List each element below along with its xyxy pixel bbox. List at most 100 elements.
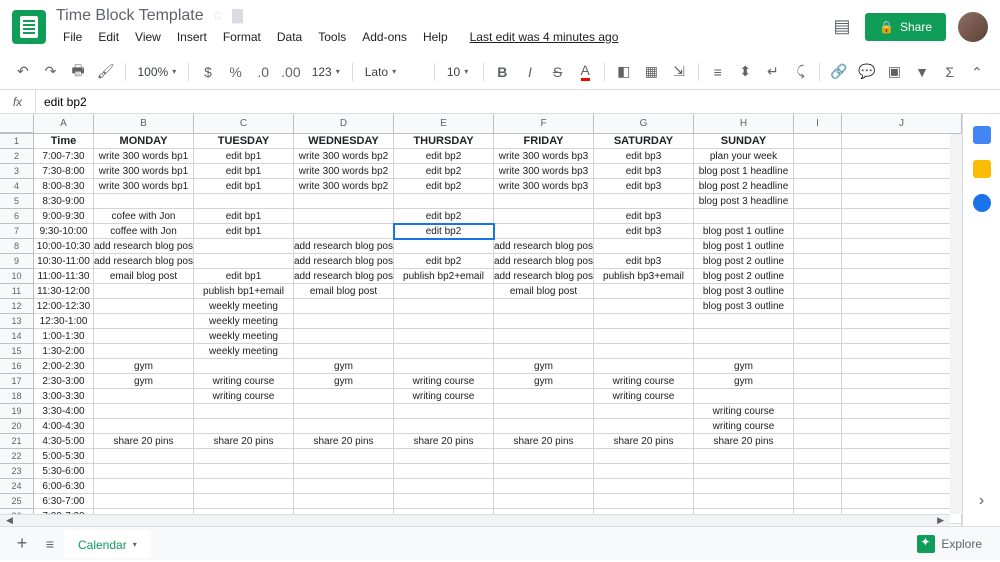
cell[interactable] xyxy=(194,479,294,494)
cell[interactable]: add research blog post xyxy=(294,254,394,269)
cell[interactable] xyxy=(294,224,394,239)
cell[interactable]: WEDNESDAY xyxy=(294,134,394,149)
cell[interactable] xyxy=(294,419,394,434)
cell[interactable] xyxy=(842,344,962,359)
row-header[interactable]: 11 xyxy=(0,284,34,299)
row-header[interactable]: 2 xyxy=(0,149,34,164)
add-sheet-button[interactable]: + xyxy=(8,533,36,554)
cell[interactable]: 9:30-10:00 xyxy=(34,224,94,239)
cell[interactable]: write 300 words bp3 xyxy=(494,164,594,179)
cell[interactable] xyxy=(494,449,594,464)
cell[interactable] xyxy=(794,464,842,479)
cell[interactable]: writing course xyxy=(194,374,294,389)
cell[interactable]: SATURDAY xyxy=(594,134,694,149)
cell[interactable] xyxy=(394,449,494,464)
cell[interactable]: 8:30-9:00 xyxy=(34,194,94,209)
calendar-addon-icon[interactable] xyxy=(973,126,991,144)
cell[interactable] xyxy=(394,194,494,209)
cell[interactable] xyxy=(794,329,842,344)
cell[interactable] xyxy=(794,434,842,449)
cell[interactable] xyxy=(294,209,394,224)
cell[interactable] xyxy=(294,479,394,494)
cell[interactable] xyxy=(842,209,962,224)
menu-edit[interactable]: Edit xyxy=(91,27,126,47)
cell[interactable] xyxy=(842,254,962,269)
cell[interactable]: 5:30-6:00 xyxy=(34,464,94,479)
cell[interactable] xyxy=(494,464,594,479)
cell[interactable]: edit bp1 xyxy=(194,149,294,164)
redo-icon[interactable]: ↷ xyxy=(38,59,64,85)
cell[interactable] xyxy=(294,464,394,479)
cell[interactable] xyxy=(694,479,794,494)
cell[interactable] xyxy=(842,314,962,329)
cell[interactable] xyxy=(694,329,794,344)
cell[interactable]: edit bp1 xyxy=(194,164,294,179)
currency-icon[interactable]: $ xyxy=(195,59,221,85)
menu-insert[interactable]: Insert xyxy=(170,27,214,47)
cell[interactable] xyxy=(842,464,962,479)
cell[interactable] xyxy=(394,404,494,419)
wrap-icon[interactable]: ↵ xyxy=(760,59,786,85)
side-panel-expand-icon[interactable]: › xyxy=(979,492,984,510)
cell[interactable] xyxy=(494,404,594,419)
scroll-right-icon[interactable]: ▶ xyxy=(935,515,946,526)
cell[interactable]: writing course xyxy=(694,419,794,434)
cell[interactable] xyxy=(94,389,194,404)
cell[interactable] xyxy=(294,344,394,359)
cell[interactable]: blog post 2 outline xyxy=(694,269,794,284)
cell[interactable]: blog post 3 outline xyxy=(694,284,794,299)
row-header[interactable]: 1 xyxy=(0,134,34,149)
cell[interactable]: add research blog post xyxy=(294,239,394,254)
cell[interactable] xyxy=(694,449,794,464)
cell[interactable]: blog post 1 outline xyxy=(694,224,794,239)
row-header[interactable]: 4 xyxy=(0,179,34,194)
menu-format[interactable]: Format xyxy=(216,27,268,47)
cell[interactable] xyxy=(194,494,294,509)
cell[interactable] xyxy=(294,194,394,209)
cell[interactable]: edit bp3 xyxy=(594,164,694,179)
cell[interactable]: 10:30-11:00 xyxy=(34,254,94,269)
cell[interactable] xyxy=(194,359,294,374)
cell[interactable] xyxy=(794,284,842,299)
cell[interactable] xyxy=(842,134,962,149)
cell[interactable] xyxy=(794,299,842,314)
cell[interactable] xyxy=(794,359,842,374)
cell[interactable] xyxy=(194,464,294,479)
cell[interactable] xyxy=(594,299,694,314)
col-header-A[interactable]: A xyxy=(34,114,94,133)
cell[interactable]: publish bp3+email xyxy=(594,269,694,284)
cell[interactable] xyxy=(94,419,194,434)
cell[interactable] xyxy=(394,419,494,434)
cell[interactable]: edit bp3 xyxy=(594,149,694,164)
cell[interactable] xyxy=(594,449,694,464)
cell[interactable]: share 20 pins xyxy=(394,434,494,449)
cell[interactable] xyxy=(842,329,962,344)
h-align-icon[interactable]: ≡ xyxy=(705,59,731,85)
cell[interactable]: blog post 1 outline xyxy=(694,239,794,254)
cell[interactable]: writing course xyxy=(594,389,694,404)
cell[interactable]: 6:30-7:00 xyxy=(34,494,94,509)
cell[interactable] xyxy=(194,404,294,419)
row-header[interactable]: 17 xyxy=(0,374,34,389)
cell[interactable]: 7:30-8:00 xyxy=(34,164,94,179)
cell[interactable] xyxy=(94,284,194,299)
cell[interactable] xyxy=(194,239,294,254)
cell[interactable] xyxy=(694,389,794,404)
menu-file[interactable]: File xyxy=(56,27,89,47)
star-icon[interactable]: ☆ xyxy=(212,7,225,24)
cell[interactable] xyxy=(594,404,694,419)
cell[interactable]: add research blog post xyxy=(94,254,194,269)
cell[interactable] xyxy=(694,464,794,479)
cell[interactable] xyxy=(694,494,794,509)
cell[interactable] xyxy=(794,224,842,239)
cell[interactable] xyxy=(794,209,842,224)
cell[interactable]: publish bp1+email xyxy=(194,284,294,299)
row-header[interactable]: 12 xyxy=(0,299,34,314)
col-header-I[interactable]: I xyxy=(794,114,842,133)
cell[interactable] xyxy=(294,299,394,314)
col-header-C[interactable]: C xyxy=(194,114,294,133)
cell[interactable] xyxy=(594,479,694,494)
cell[interactable]: weekly meeting xyxy=(194,344,294,359)
cell[interactable]: blog post 3 outline xyxy=(694,299,794,314)
cell[interactable]: TUESDAY xyxy=(194,134,294,149)
